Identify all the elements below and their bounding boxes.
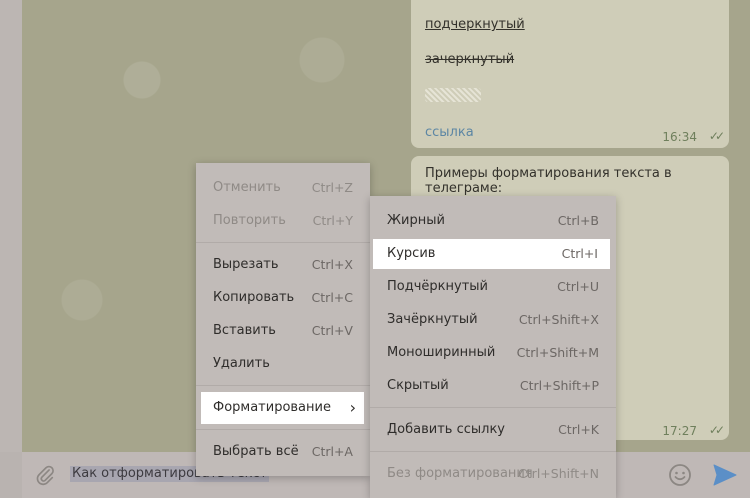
- submenu-chevron-right-icon: ›: [349, 398, 356, 417]
- menu-separator: [196, 385, 370, 386]
- menu-item-select-all[interactable]: Выбрать всё Ctrl+A: [196, 436, 370, 468]
- read-checks-icon: ✓✓: [708, 129, 725, 143]
- emoji-icon[interactable]: [668, 463, 692, 491]
- menu-separator: [196, 429, 370, 430]
- menu-item-shortcut: Ctrl+X: [311, 257, 353, 272]
- menu-item-label: Подчёркнутый: [387, 279, 488, 294]
- menu-item-shortcut: Ctrl+Shift+P: [519, 378, 599, 393]
- menu-item-shortcut: Ctrl+U: [557, 279, 599, 294]
- menu-item-bold[interactable]: Жирный Ctrl+B: [370, 205, 616, 237]
- menu-item-label: Форматирование: [213, 400, 331, 415]
- menu-item-label: Зачёркнутый: [387, 312, 478, 327]
- menu-item-label: Скрытый: [387, 378, 449, 393]
- message-link[interactable]: ссылка: [425, 125, 474, 140]
- send-icon[interactable]: [712, 463, 738, 491]
- menu-item-underline[interactable]: Подчёркнутый Ctrl+U: [370, 271, 616, 303]
- message-time: 17:27: [662, 424, 697, 438]
- formatting-submenu: Жирный Ctrl+B Курсив Ctrl+I Подчёркнутый…: [370, 196, 616, 498]
- left-panel-edge: [0, 0, 22, 452]
- menu-item-label: Выбрать всё: [213, 444, 299, 459]
- menu-separator: [196, 242, 370, 243]
- message-strikethrough-text: зачеркнутый: [425, 52, 515, 67]
- menu-item-shortcut: Ctrl+Shift+X: [518, 312, 599, 327]
- message-bubble-formatted[interactable]: подчеркнутый зачеркнутый ссылка 16:34 ✓✓: [411, 0, 729, 148]
- menu-item-copy[interactable]: Копировать Ctrl+C: [196, 282, 370, 314]
- menu-item-shortcut: Ctrl+C: [311, 290, 353, 305]
- menu-item-add-link[interactable]: Добавить ссылку Ctrl+K: [370, 414, 616, 446]
- menu-item-label: Повторить: [213, 213, 286, 228]
- menu-item-shortcut: Ctrl+Shift+N: [518, 466, 599, 481]
- menu-item-redo[interactable]: Повторить Ctrl+Y: [196, 205, 370, 237]
- menu-item-label: Добавить ссылку: [387, 422, 505, 437]
- menu-item-label: Моноширинный: [387, 345, 496, 360]
- message-underlined-text: подчеркнутый: [425, 17, 525, 32]
- menu-item-paste[interactable]: Вставить Ctrl+V: [196, 315, 370, 347]
- message-time: 16:34: [662, 130, 697, 144]
- menu-item-formatting[interactable]: Форматирование ›: [201, 392, 364, 424]
- menu-item-shortcut: Ctrl+Z: [311, 180, 353, 195]
- context-menu: Отменить Ctrl+Z Повторить Ctrl+Y Вырезат…: [196, 163, 370, 476]
- menu-item-undo[interactable]: Отменить Ctrl+Z: [196, 172, 370, 204]
- menu-item-label: Вырезать: [213, 257, 279, 272]
- menu-item-shortcut: Ctrl+B: [557, 213, 599, 228]
- menu-item-spoiler[interactable]: Скрытый Ctrl+Shift+P: [370, 370, 616, 402]
- read-checks-icon: ✓✓: [708, 423, 725, 437]
- menu-separator: [370, 407, 616, 408]
- menu-item-delete[interactable]: Удалить: [196, 348, 370, 380]
- message-text: Примеры форматирования текста в телеграм…: [425, 166, 672, 196]
- menu-item-shortcut: Ctrl+Shift+M: [516, 345, 599, 360]
- menu-item-shortcut: Ctrl+I: [561, 246, 598, 261]
- menu-item-label: Отменить: [213, 180, 281, 195]
- menu-item-label: Вставить: [213, 323, 276, 338]
- menu-item-label: Копировать: [213, 290, 295, 305]
- menu-item-clear-formatting[interactable]: Без форматирования Ctrl+Shift+N: [370, 458, 616, 490]
- menu-item-label: Без форматирования: [387, 466, 533, 481]
- menu-item-label: Курсив: [387, 246, 436, 261]
- attach-paperclip-icon[interactable]: [34, 464, 56, 490]
- menu-item-shortcut: Ctrl+K: [558, 422, 599, 437]
- menu-item-monospace[interactable]: Моноширинный Ctrl+Shift+M: [370, 337, 616, 369]
- menu-item-cut[interactable]: Вырезать Ctrl+X: [196, 249, 370, 281]
- menu-item-label: Жирный: [387, 213, 445, 228]
- menu-separator: [370, 451, 616, 452]
- menu-item-shortcut: Ctrl+V: [311, 323, 353, 338]
- menu-item-strikethrough[interactable]: Зачёркнутый Ctrl+Shift+X: [370, 304, 616, 336]
- menu-item-italic[interactable]: Курсив Ctrl+I: [373, 239, 610, 269]
- message-spoiler[interactable]: [425, 88, 481, 102]
- menu-item-label: Удалить: [213, 356, 270, 371]
- menu-item-shortcut: Ctrl+Y: [312, 213, 353, 228]
- menu-item-shortcut: Ctrl+A: [311, 444, 353, 459]
